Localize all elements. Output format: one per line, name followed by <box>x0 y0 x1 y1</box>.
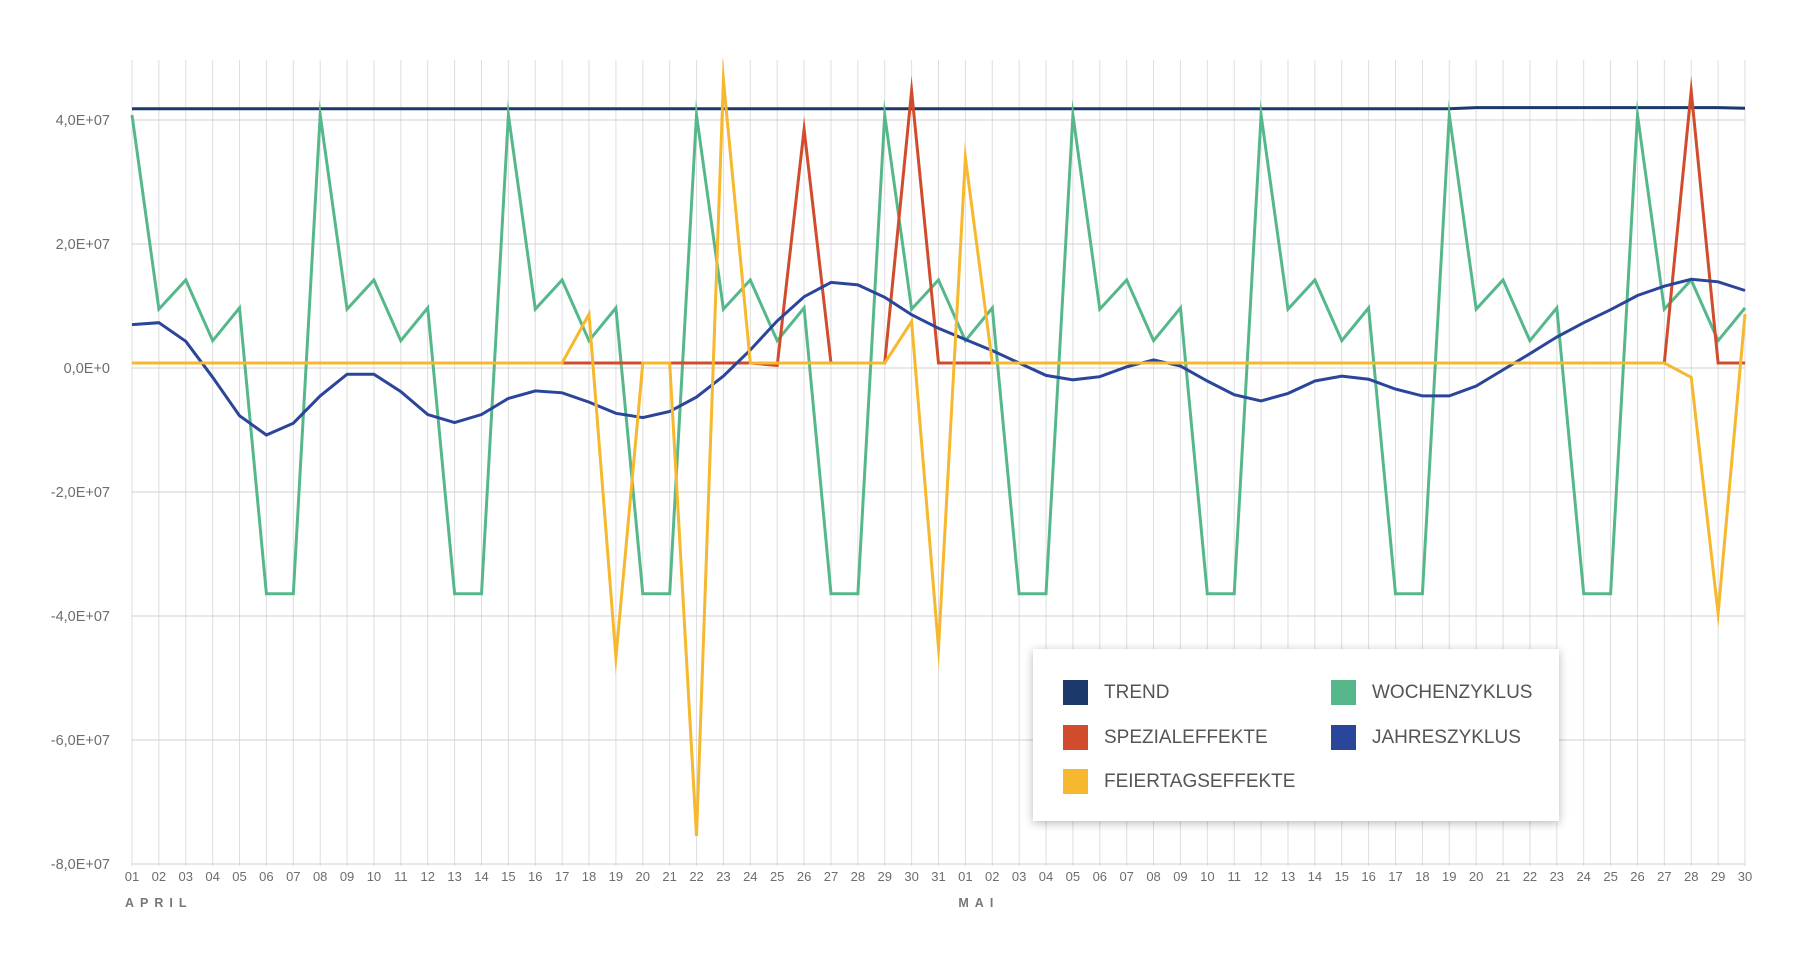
x-tick-label: 12 <box>1254 869 1268 884</box>
x-tick-label: 22 <box>689 869 703 884</box>
x-tick-label: 21 <box>662 869 676 884</box>
x-tick-label: 06 <box>259 869 273 884</box>
x-tick-label: 12 <box>420 869 434 884</box>
x-tick-label: 26 <box>797 869 811 884</box>
legend-item-wochenzyklus[interactable]: WOCHENZYKLUS <box>1331 680 1532 705</box>
x-tick-label: 25 <box>770 869 784 884</box>
x-tick-label: 07 <box>1119 869 1133 884</box>
x-tick-label: 24 <box>743 869 757 884</box>
legend-item-trend[interactable]: TREND <box>1063 680 1169 705</box>
x-tick-label: 28 <box>851 869 865 884</box>
x-tick-label: 11 <box>394 869 408 884</box>
x-axis-ticks: 01 02 03 04 05 06 07 08 09 10 11 12 13 14 15 16 17 18 19 20… <box>125 869 1752 884</box>
y-tick-label: -8,0E+07 <box>51 857 110 873</box>
x-tick-label: 16 <box>1361 869 1375 884</box>
x-tick-label: 05 <box>232 869 246 884</box>
x-tick-label: 27 <box>824 869 838 884</box>
legend-label: JAHRESZYKLUS <box>1372 726 1521 748</box>
x-tick-label: 10 <box>367 869 381 884</box>
legend-label: WOCHENZYKLUS <box>1372 681 1533 703</box>
x-tick-label: 09 <box>1173 869 1187 884</box>
x-tick-label: 24 <box>1576 869 1590 884</box>
x-tick-label: 10 <box>1200 869 1214 884</box>
month-label: APRIL <box>125 896 193 910</box>
x-tick-label: 02 <box>152 869 166 884</box>
x-tick-label: 20 <box>1469 869 1483 884</box>
x-tick-label: 16 <box>528 869 542 884</box>
x-tick-label: 15 <box>501 869 515 884</box>
x-tick-label: 26 <box>1630 869 1644 884</box>
x-tick-label: 30 <box>904 869 918 884</box>
x-tick-label: 01 <box>125 869 139 884</box>
y-tick-label: 2,0E+07 <box>56 237 110 253</box>
legend-swatch-wochenzyklus <box>1331 680 1356 705</box>
x-tick-label: 01 <box>958 869 972 884</box>
x-tick-label: 07 <box>286 869 300 884</box>
legend: TREND WOCHENZYKLUS SPEZIALEFFEKTE JAHRES… <box>1033 649 1559 821</box>
legend-swatch-jahreszyklus <box>1331 725 1356 750</box>
x-tick-label: 19 <box>1442 869 1456 884</box>
x-tick-label: 25 <box>1603 869 1617 884</box>
x-tick-label: 18 <box>1415 869 1429 884</box>
y-tick-label: 4,0E+07 <box>56 113 110 129</box>
y-tick-label: -4,0E+07 <box>51 609 110 625</box>
x-tick-label: 04 <box>1039 869 1053 884</box>
y-axis-ticks: 4,0E+07 2,0E+07 0,0E+0 -2,0E+07 -4,0E+07 -6,0… <box>51 113 110 873</box>
x-tick-label: 02 <box>985 869 999 884</box>
x-tick-label: 13 <box>447 869 461 884</box>
legend-label: SPEZIALEFFEKTE <box>1104 726 1268 748</box>
x-tick-label: 28 <box>1684 869 1698 884</box>
x-tick-label: 27 <box>1657 869 1671 884</box>
x-tick-label: 17 <box>555 869 569 884</box>
legend-label: FEIERTAGSEFFEKTE <box>1104 770 1296 792</box>
series-line-trend <box>132 106 1746 111</box>
x-tick-label: 13 <box>1281 869 1295 884</box>
x-tick-label: 14 <box>474 869 488 884</box>
x-tick-label: 03 <box>179 869 193 884</box>
x-tick-label: 04 <box>205 869 219 884</box>
legend-item-jahreszyklus[interactable]: JAHRESZYKLUS <box>1331 725 1521 750</box>
x-tick-label: 23 <box>716 869 730 884</box>
month-labels: APRIL MAI <box>125 896 999 910</box>
x-tick-label: 15 <box>1335 869 1349 884</box>
x-tick-label: 19 <box>609 869 623 884</box>
x-tick-label: 29 <box>877 869 891 884</box>
x-tick-label: 05 <box>1066 869 1080 884</box>
legend-swatch-feiertagseffekte <box>1063 769 1088 794</box>
legend-item-feiertagseffekte[interactable]: FEIERTAGSEFFEKTE <box>1063 769 1295 794</box>
x-tick-label: 31 <box>931 869 945 884</box>
x-tick-label: 14 <box>1308 869 1322 884</box>
legend-swatch-spezialeffekte <box>1063 725 1088 750</box>
x-tick-label: 21 <box>1496 869 1510 884</box>
x-tick-label: 06 <box>1093 869 1107 884</box>
x-tick-label: 23 <box>1550 869 1564 884</box>
y-tick-label: -6,0E+07 <box>51 733 110 749</box>
x-tick-label: 08 <box>313 869 327 884</box>
legend-swatch-trend <box>1063 680 1088 705</box>
legend-label: TREND <box>1104 681 1170 703</box>
x-tick-label: 11 <box>1227 869 1241 884</box>
x-tick-label: 03 <box>1012 869 1026 884</box>
x-tick-label: 18 <box>582 869 596 884</box>
x-tick-label: 29 <box>1711 869 1725 884</box>
y-tick-label: 0,0E+0 <box>64 361 110 377</box>
y-tick-label: -2,0E+07 <box>51 485 110 501</box>
month-label: MAI <box>958 896 999 910</box>
x-tick-label: 17 <box>1388 869 1402 884</box>
x-tick-label: 08 <box>1146 869 1160 884</box>
legend-item-spezialeffekte[interactable]: SPEZIALEFFEKTE <box>1063 725 1268 750</box>
x-tick-label: 20 <box>636 869 650 884</box>
x-tick-label: 30 <box>1738 869 1752 884</box>
x-tick-label: 22 <box>1523 869 1537 884</box>
x-tick-label: 09 <box>340 869 354 884</box>
